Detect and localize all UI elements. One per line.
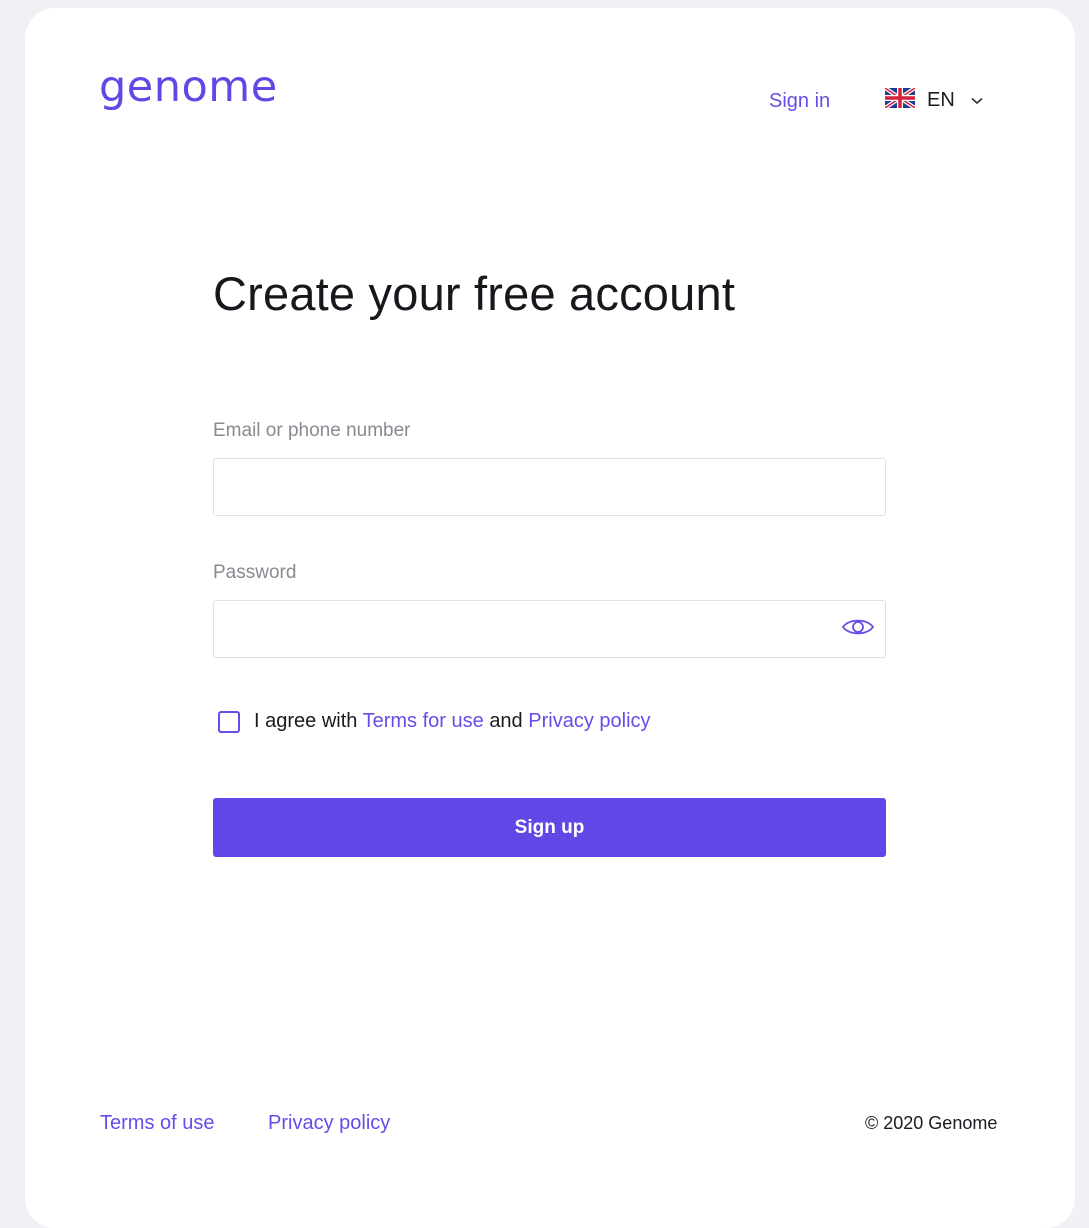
password-field[interactable] [213,600,886,658]
copyright-text: © 2020 Genome [865,1113,998,1133]
page-title: Create your free account [213,267,736,320]
privacy-policy-link[interactable]: Privacy policy [528,710,650,732]
signup-card: genome Sign in EN Create your free accou… [25,8,1075,1228]
agree-prefix: I agree with [254,710,358,732]
language-selector[interactable]: EN [883,86,983,113]
footer-privacy-link[interactable]: Privacy policy [268,1112,390,1135]
sign-up-button[interactable]: Sign up [213,798,886,857]
email-field[interactable] [213,458,886,516]
genome-logo[interactable]: genome [99,66,278,109]
terms-for-use-link[interactable]: Terms for use [363,710,484,732]
sign-in-link[interactable]: Sign in [769,90,830,113]
uk-flag-icon [883,86,917,113]
footer-terms-link[interactable]: Terms of use [100,1112,214,1135]
password-label: Password [213,562,297,583]
eye-icon[interactable] [841,616,875,643]
agree-conjunction: and [489,710,523,732]
language-code: EN [927,89,955,111]
agree-text: I agree with Terms for use and Privacy p… [254,710,651,733]
chevron-down-icon [971,92,983,110]
email-label: Email or phone number [213,420,411,441]
agree-checkbox[interactable] [218,711,240,733]
